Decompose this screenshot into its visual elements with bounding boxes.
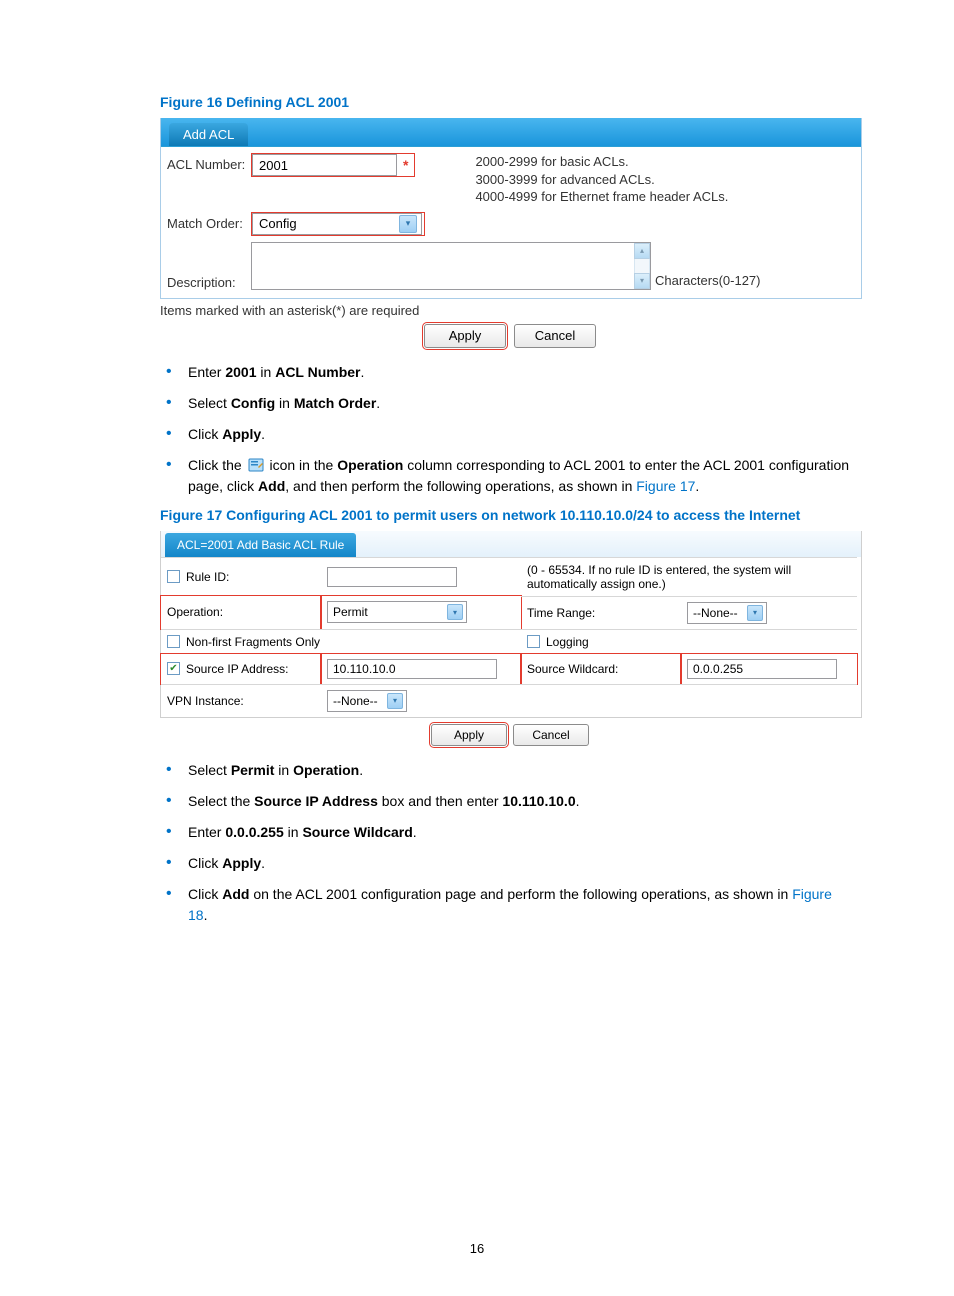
source-ip-input[interactable] [327, 659, 497, 679]
nonfirst-fragments-label: Non-first Fragments Only [186, 635, 320, 649]
edit-icon [248, 458, 264, 472]
source-ip-label-cell: ✔ Source IP Address: [160, 653, 322, 685]
source-wildcard-input[interactable] [687, 659, 837, 679]
scroll-down-icon[interactable]: ▾ [634, 273, 650, 289]
source-ip-checkbox[interactable]: ✔ [167, 662, 180, 675]
logging-cell: Logging [521, 629, 857, 654]
rule-id-input-cell [321, 557, 521, 596]
rule-id-checkbox[interactable] [167, 570, 180, 583]
figure-17-steps: Select Permit in Operation. Select the S… [160, 760, 854, 926]
figure-16-caption: Figure 16 Defining ACL 2001 [160, 94, 854, 110]
chevron-down-icon: ▾ [387, 693, 403, 709]
cancel-button[interactable]: Cancel [514, 324, 596, 348]
rule-id-label: Rule ID: [186, 570, 229, 584]
nonfirst-fragments-cell: Non-first Fragments Only [161, 629, 521, 654]
step-item: Select Config in Match Order. [160, 393, 854, 414]
required-star: * [403, 157, 408, 173]
source-wildcard-label: Source Wildcard: [520, 653, 682, 685]
tab-add-basic-acl-rule[interactable]: ACL=2001 Add Basic ACL Rule [165, 533, 356, 557]
source-ip-label: Source IP Address: [186, 662, 289, 676]
source-ip-input-cell [320, 653, 522, 685]
scroll-up-icon[interactable]: ▴ [634, 243, 650, 259]
acl-range-hint: 2000-2999 for basic ACLs. 3000-3999 for … [475, 153, 728, 206]
description-label: Description: [167, 259, 251, 290]
step-item: Click Apply. [160, 853, 854, 874]
operation-select-cell: Permit ▾ [320, 595, 522, 630]
acl-number-input[interactable] [252, 154, 397, 176]
figure-17-link[interactable]: Figure 17 [636, 478, 695, 494]
add-basic-acl-rule-panel: ACL=2001 Add Basic ACL Rule Rule ID: (0 … [160, 531, 862, 718]
operation-select[interactable]: Permit ▾ [327, 601, 467, 623]
chevron-down-icon: ▾ [747, 605, 763, 621]
apply-button[interactable]: Apply [431, 724, 507, 746]
cancel-button[interactable]: Cancel [513, 724, 589, 746]
tab-add-acl[interactable]: Add ACL [169, 123, 248, 146]
nonfirst-fragments-checkbox[interactable] [167, 635, 180, 648]
figure-16-steps: Enter 2001 in ACL Number. Select Config … [160, 362, 854, 497]
apply-button[interactable]: Apply [424, 324, 506, 348]
step-item: Click Apply. [160, 424, 854, 445]
rule-id-cell: Rule ID: [161, 557, 321, 596]
step-item: Enter 2001 in ACL Number. [160, 362, 854, 383]
description-textarea[interactable]: ▴ ▾ [251, 242, 651, 290]
vpn-instance-label: VPN Instance: [161, 684, 321, 717]
tabbar: Add ACL [161, 118, 861, 147]
step-item: Enter 0.0.0.255 in Source Wildcard. [160, 822, 854, 843]
tabbar: ACL=2001 Add Basic ACL Rule [161, 531, 861, 557]
time-range-select-cell: --None-- ▾ [681, 596, 857, 629]
chevron-down-icon: ▾ [447, 604, 463, 620]
logging-label: Logging [546, 635, 589, 649]
step-item: Select Permit in Operation. [160, 760, 854, 781]
figure-17-caption: Figure 17 Configuring ACL 2001 to permit… [160, 507, 854, 523]
vpn-instance-select[interactable]: --None-- ▾ [327, 690, 407, 712]
rule-id-hint: (0 - 65534. If no rule ID is entered, th… [521, 557, 857, 596]
add-acl-panel: Add ACL ACL Number: * 2000-2999 for basi… [160, 118, 862, 299]
time-range-select[interactable]: --None-- ▾ [687, 602, 767, 624]
time-range-label: Time Range: [521, 596, 681, 629]
match-order-select[interactable]: Config ▾ [252, 213, 422, 235]
match-order-label: Match Order: [167, 212, 251, 231]
operation-label-cell: Operation: [160, 595, 322, 630]
page-number: 16 [0, 1241, 954, 1256]
vpn-instance-select-cell: --None-- ▾ [321, 684, 857, 717]
rule-id-input[interactable] [327, 567, 457, 587]
step-item: Click the icon in the Operation column c… [160, 455, 854, 497]
step-item: Select the Source IP Address box and the… [160, 791, 854, 812]
acl-number-label: ACL Number: [167, 153, 251, 172]
source-wildcard-input-cell [680, 653, 858, 685]
char-limit-hint: Characters(0-127) [655, 273, 761, 290]
required-note: Items marked with an asterisk(*) are req… [160, 303, 854, 318]
step-item: Click Add on the ACL 2001 configuration … [160, 884, 854, 926]
chevron-down-icon: ▾ [399, 215, 417, 233]
operation-label: Operation: [167, 605, 223, 619]
logging-checkbox[interactable] [527, 635, 540, 648]
